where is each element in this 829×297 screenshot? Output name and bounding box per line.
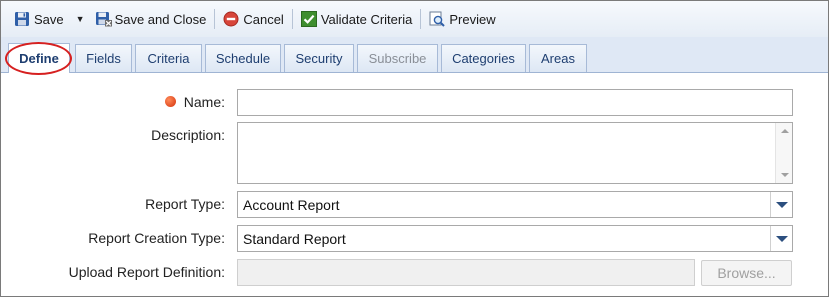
- cancel-button[interactable]: Cancel: [219, 7, 287, 31]
- tab-fields[interactable]: Fields: [75, 44, 132, 72]
- save-button[interactable]: Save: [10, 7, 68, 31]
- tab-define[interactable]: Define: [8, 43, 70, 73]
- toolbar: Save ▼ Save and Close Cancel Validate Cr…: [1, 1, 828, 37]
- checkmark-icon: [300, 11, 317, 27]
- upload-report-definition-label: Upload Report Definition:: [68, 264, 225, 280]
- browse-button[interactable]: Browse...: [701, 260, 792, 286]
- report-type-value: Account Report: [243, 196, 340, 213]
- validate-criteria-button[interactable]: Validate Criteria: [297, 7, 417, 31]
- preview-button[interactable]: Preview: [425, 7, 499, 31]
- report-creation-type-label: Report Creation Type:: [88, 230, 225, 246]
- chevron-down-icon[interactable]: [770, 226, 792, 251]
- name-label: Name:: [183, 94, 225, 110]
- scroll-down-icon[interactable]: [781, 173, 789, 177]
- description-label: Description:: [151, 127, 225, 143]
- tab-criteria[interactable]: Criteria: [135, 44, 202, 72]
- save-close-icon: [95, 11, 112, 27]
- save-label: Save: [34, 11, 64, 27]
- tab-bar: Define Fields Criteria Schedule Security…: [1, 37, 828, 73]
- save-and-close-button[interactable]: Save and Close: [91, 7, 211, 31]
- validate-criteria-label: Validate Criteria: [320, 11, 413, 27]
- description-textarea[interactable]: [237, 122, 793, 184]
- preview-label: Preview: [449, 11, 496, 27]
- upload-report-definition-input[interactable]: [237, 259, 695, 286]
- tab-categories[interactable]: Categories: [441, 44, 526, 72]
- report-creation-type-select[interactable]: Standard Report: [237, 225, 793, 252]
- scroll-up-icon[interactable]: [781, 129, 789, 133]
- preview-icon: [429, 11, 446, 27]
- tab-schedule[interactable]: Schedule: [205, 44, 281, 72]
- toolbar-divider: [291, 9, 293, 29]
- description-scrollbar[interactable]: [775, 123, 792, 183]
- save-dropdown-button[interactable]: ▼: [68, 7, 91, 31]
- report-type-select[interactable]: Account Report: [237, 191, 793, 218]
- report-editor-window: Save ▼ Save and Close Cancel Validate Cr…: [0, 0, 829, 297]
- report-creation-type-value: Standard Report: [243, 230, 346, 247]
- caret-down-icon: ▼: [75, 14, 85, 24]
- cancel-icon: [223, 11, 239, 27]
- name-input[interactable]: [237, 89, 793, 116]
- report-type-label: Report Type:: [145, 196, 225, 212]
- toolbar-divider: [420, 9, 422, 29]
- save-and-close-label: Save and Close: [114, 11, 207, 27]
- chevron-down-icon[interactable]: [770, 192, 792, 217]
- cancel-label: Cancel: [243, 11, 284, 27]
- tab-areas[interactable]: Areas: [529, 44, 587, 72]
- toolbar-divider: [214, 9, 216, 29]
- tab-security[interactable]: Security: [284, 44, 354, 72]
- floppy-disk-icon: [14, 11, 30, 27]
- tab-subscribe[interactable]: Subscribe: [357, 44, 438, 72]
